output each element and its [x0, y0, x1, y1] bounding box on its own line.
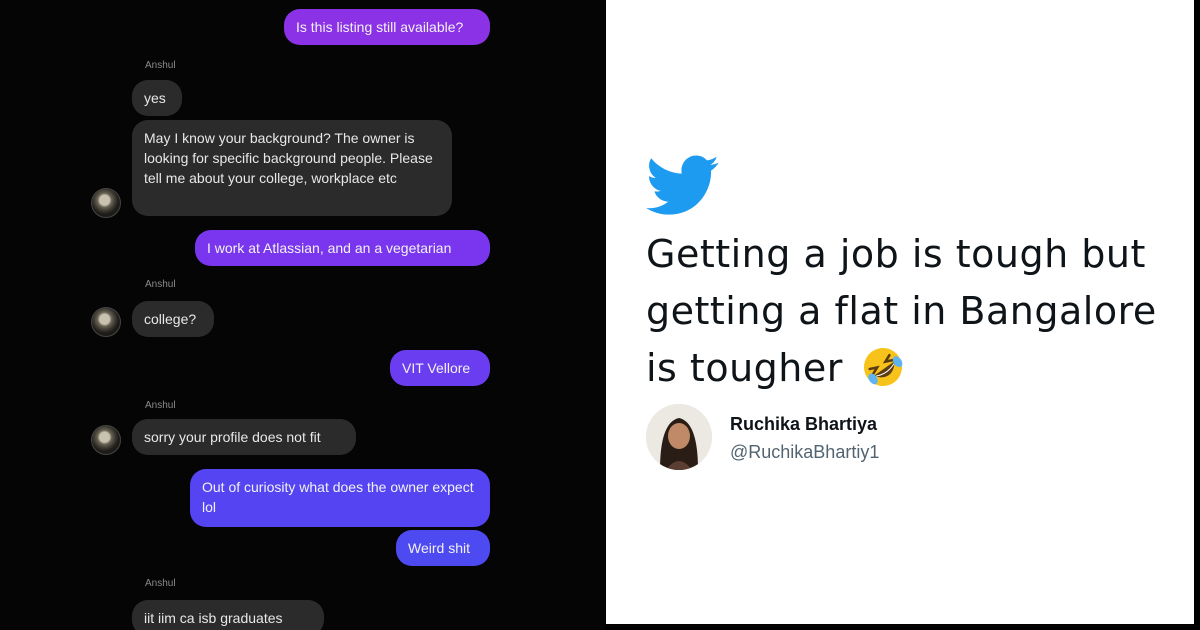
rolling-on-floor-laughing-emoji — [864, 348, 903, 386]
sender-name: Anshul — [145, 279, 176, 290]
author-photo — [646, 404, 712, 470]
message-bubble-outgoing: I work at Atlassian, and an a vegetarian — [195, 230, 490, 266]
sender-name: Anshul — [145, 60, 176, 71]
message-bubble-outgoing: Weird shit — [396, 530, 490, 566]
contact-avatar — [91, 188, 121, 218]
message-bubble-incoming: college? — [132, 301, 214, 337]
message-bubble-incoming: sorry your profile does not fit — [132, 419, 356, 455]
message-bubble-outgoing: VIT Vellore — [390, 350, 490, 386]
contact-avatar — [91, 307, 121, 337]
message-bubble-incoming: iit iim ca isb graduates — [132, 600, 324, 630]
author-name[interactable]: Ruchika Bhartiya — [730, 414, 877, 435]
contact-avatar — [91, 425, 121, 455]
chat-screenshot: Is this listing still available? Anshul … — [0, 0, 605, 630]
tweet-card: Getting a job is tough but getting a fla… — [606, 0, 1194, 624]
message-bubble-incoming: yes — [132, 80, 182, 116]
tweet-text: Getting a job is tough but getting a fla… — [646, 226, 1186, 397]
message-bubble-outgoing: Is this listing still available? — [284, 9, 490, 45]
sender-name: Anshul — [145, 578, 176, 589]
author-handle[interactable]: @RuchikaBhartiy1 — [730, 442, 879, 463]
message-bubble-incoming: May I know your background? The owner is… — [132, 120, 452, 216]
author-avatar[interactable] — [646, 404, 712, 470]
message-bubble-outgoing: Out of curiosity what does the owner exp… — [190, 469, 490, 527]
sender-name: Anshul — [145, 400, 176, 411]
twitter-bird-icon — [646, 155, 719, 215]
